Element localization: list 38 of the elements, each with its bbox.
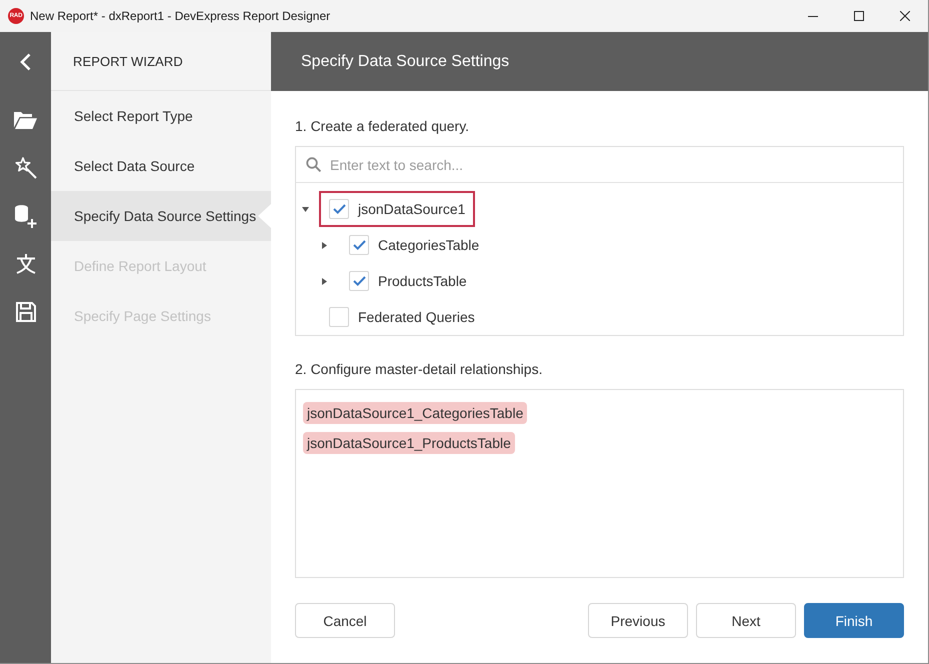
tree-item[interactable]: jsonDataSource1	[319, 191, 476, 227]
chevron-left-icon[interactable]	[20, 52, 31, 70]
search-field[interactable]: Enter text to search...	[330, 154, 893, 176]
localization-icon[interactable]	[16, 254, 36, 274]
relation-tag[interactable]: jsonDataSource1_ProductsTable	[303, 432, 515, 454]
check-icon	[332, 204, 346, 214]
magic-wand-icon[interactable]	[14, 157, 36, 179]
checkbox[interactable]	[349, 271, 369, 291]
checkbox[interactable]	[329, 307, 349, 327]
wizard-step[interactable]: Specify Data Source Settings	[51, 191, 271, 241]
cancel-button[interactable]: Cancel	[295, 603, 395, 638]
close-icon[interactable]	[900, 11, 910, 21]
wizard-step[interactable]: Select Data Source	[51, 141, 271, 191]
tree-item[interactable]: ProductsTable	[339, 263, 477, 299]
tree-item[interactable]: Federated Queries	[319, 299, 485, 335]
folder-icon[interactable]	[14, 112, 37, 128]
check-icon	[352, 276, 366, 286]
check-icon	[352, 240, 366, 250]
checkbox[interactable]	[329, 199, 349, 219]
relation-tag[interactable]: jsonDataSource1_CategoriesTable	[303, 402, 528, 424]
wizard-step[interactable]: Select Report Type	[51, 91, 271, 141]
window-title: New Report* - dxReport1 - DevExpress Report Designer	[30, 9, 330, 23]
finish-button[interactable]: Finish	[804, 603, 904, 638]
wizard-title: REPORT WIZARD	[73, 54, 183, 68]
expander-icon[interactable]	[322, 278, 327, 284]
section-label: 1. Create a federated query.	[295, 117, 470, 136]
previous-button[interactable]: Previous	[588, 603, 688, 638]
section-label: 2. Configure master-detail relationships.	[295, 360, 544, 379]
next-button[interactable]: Next	[696, 603, 796, 638]
tree-item[interactable]: CategoriesTable	[339, 227, 490, 263]
page-title: Specify Data Source Settings	[301, 52, 510, 70]
maximize-icon[interactable]	[854, 11, 864, 21]
save-icon[interactable]	[16, 302, 36, 322]
database-add-icon[interactable]	[14, 204, 36, 228]
checkbox[interactable]	[349, 235, 369, 255]
expander-icon[interactable]	[302, 206, 309, 212]
search-icon	[306, 157, 321, 172]
expander-icon[interactable]	[322, 242, 327, 248]
